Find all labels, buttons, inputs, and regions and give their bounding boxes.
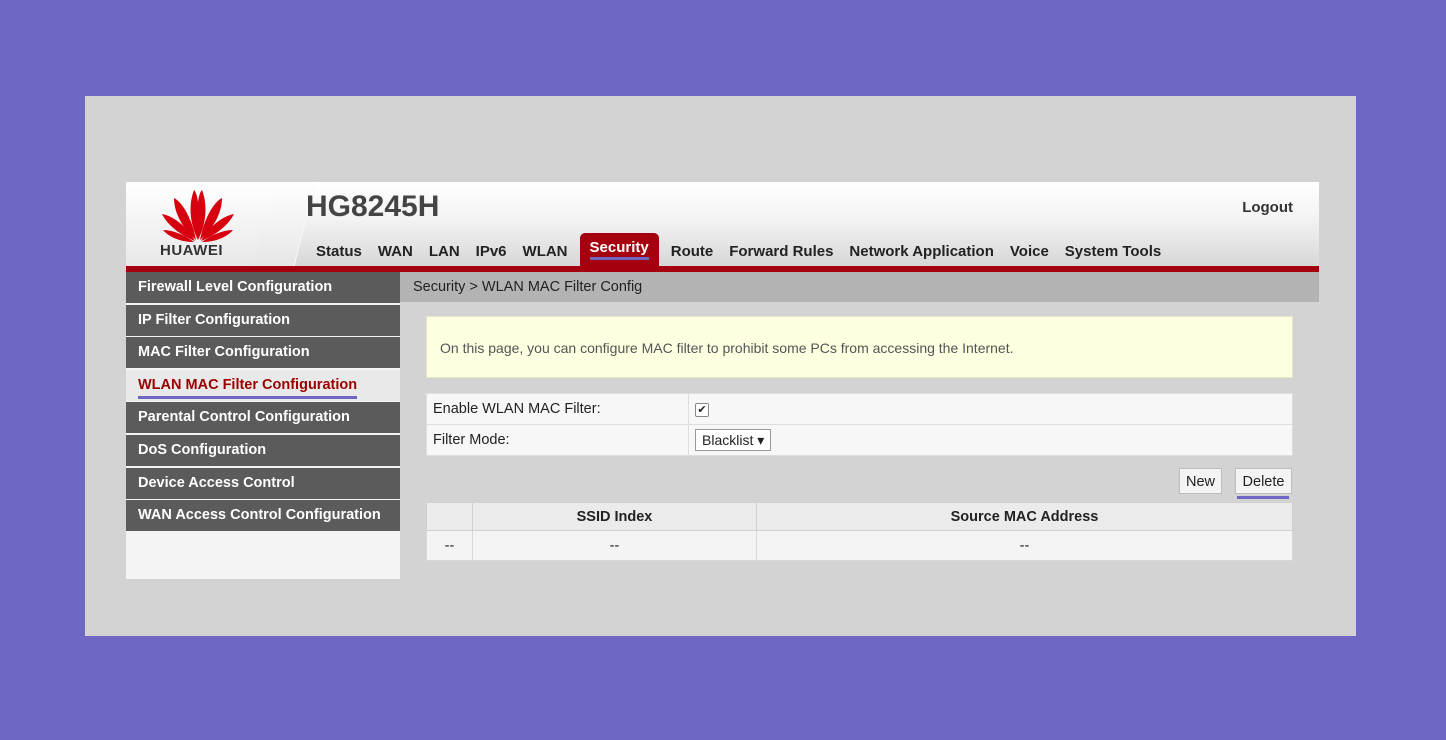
filter-settings-form: Enable WLAN MAC Filter: ✔ Filter Mode: B… xyxy=(426,393,1293,456)
sidebar-item-wan-access-control[interactable]: WAN Access Control Configuration xyxy=(126,500,400,532)
filter-mode-label: Filter Mode: xyxy=(426,424,689,456)
nav-security-label: Security xyxy=(589,239,649,260)
model-title: HG8245H xyxy=(306,190,440,223)
form-row-mode: Filter Mode: Blacklist ▾ xyxy=(426,424,1293,456)
table-cell: -- xyxy=(756,530,1293,561)
filter-mode-value: Blacklist xyxy=(702,432,754,448)
column-header-source-mac: Source MAC Address xyxy=(756,502,1293,531)
brand-wordmark: HUAWEI xyxy=(160,242,223,259)
nav-voice[interactable]: Voice xyxy=(1002,243,1057,266)
logout-link[interactable]: Logout xyxy=(1242,199,1293,216)
column-header-select xyxy=(426,502,473,531)
enable-filter-checkbox[interactable]: ✔ xyxy=(695,403,709,417)
nav-security[interactable]: Security xyxy=(579,233,659,266)
new-button[interactable]: New xyxy=(1179,468,1222,494)
sidebar-item-wlan-mac-filter[interactable]: WLAN MAC Filter Configuration xyxy=(126,369,400,401)
sidebar-item-dos[interactable]: DoS Configuration xyxy=(126,434,400,466)
sidebar-item-parental-control[interactable]: Parental Control Configuration xyxy=(126,402,400,434)
nav-lan[interactable]: LAN xyxy=(421,243,468,266)
column-header-ssid-index: SSID Index xyxy=(472,502,757,531)
nav-forward-rules[interactable]: Forward Rules xyxy=(721,243,841,266)
sidebar-item-ip-filter[interactable]: IP Filter Configuration xyxy=(126,304,400,336)
sidebar-item-wlan-mac-filter-label: WLAN MAC Filter Configuration xyxy=(138,376,358,399)
table-cell: -- xyxy=(472,530,757,561)
nav-ipv6[interactable]: IPv6 xyxy=(468,243,515,266)
nav-wlan[interactable]: WLAN xyxy=(515,243,576,266)
chevron-down-icon: ▾ xyxy=(757,432,765,448)
nav-route[interactable]: Route xyxy=(663,243,722,266)
table-header: SSID Index Source MAC Address xyxy=(426,502,1293,531)
nav-status[interactable]: Status xyxy=(308,243,370,266)
header: HUAWEI HG8245H Logout Status WAN LAN IPv… xyxy=(126,182,1319,266)
screenshot-frame: HUAWEI HG8245H Logout Status WAN LAN IPv… xyxy=(85,96,1356,636)
delete-highlight xyxy=(1237,496,1289,499)
main-content: Security > WLAN MAC Filter Config On thi… xyxy=(400,272,1319,579)
router-admin-app: HUAWEI HG8245H Logout Status WAN LAN IPv… xyxy=(126,182,1319,579)
sidebar-item-device-access-control[interactable]: Device Access Control xyxy=(126,467,400,499)
filter-mode-select[interactable]: Blacklist ▾ xyxy=(695,429,772,451)
enable-filter-cell: ✔ xyxy=(688,393,1293,425)
nav-wan[interactable]: WAN xyxy=(370,243,421,266)
delete-button[interactable]: Delete xyxy=(1235,468,1292,494)
sidebar-item-mac-filter[interactable]: MAC Filter Configuration xyxy=(126,337,400,369)
sidebar-item-firewall-level[interactable]: Firewall Level Configuration xyxy=(126,272,400,303)
table-row[interactable]: -- -- -- xyxy=(426,530,1293,561)
filter-mode-cell: Blacklist ▾ xyxy=(688,424,1293,456)
table-cell: -- xyxy=(426,530,473,561)
breadcrumb: Security > WLAN MAC Filter Config xyxy=(400,272,1319,302)
mac-filter-table: SSID Index Source MAC Address -- -- -- xyxy=(426,502,1293,561)
form-row-enable: Enable WLAN MAC Filter: ✔ xyxy=(426,393,1293,425)
sidebar: Firewall Level Configuration IP Filter C… xyxy=(126,272,400,579)
page-description: On this page, you can configure MAC filt… xyxy=(426,316,1293,378)
nav-network-application[interactable]: Network Application xyxy=(841,243,1001,266)
huawei-logo-icon xyxy=(162,190,234,242)
nav-system-tools[interactable]: System Tools xyxy=(1057,243,1169,266)
enable-filter-label: Enable WLAN MAC Filter: xyxy=(426,393,689,425)
main-nav: Status WAN LAN IPv6 WLAN Security Route … xyxy=(308,233,1169,266)
